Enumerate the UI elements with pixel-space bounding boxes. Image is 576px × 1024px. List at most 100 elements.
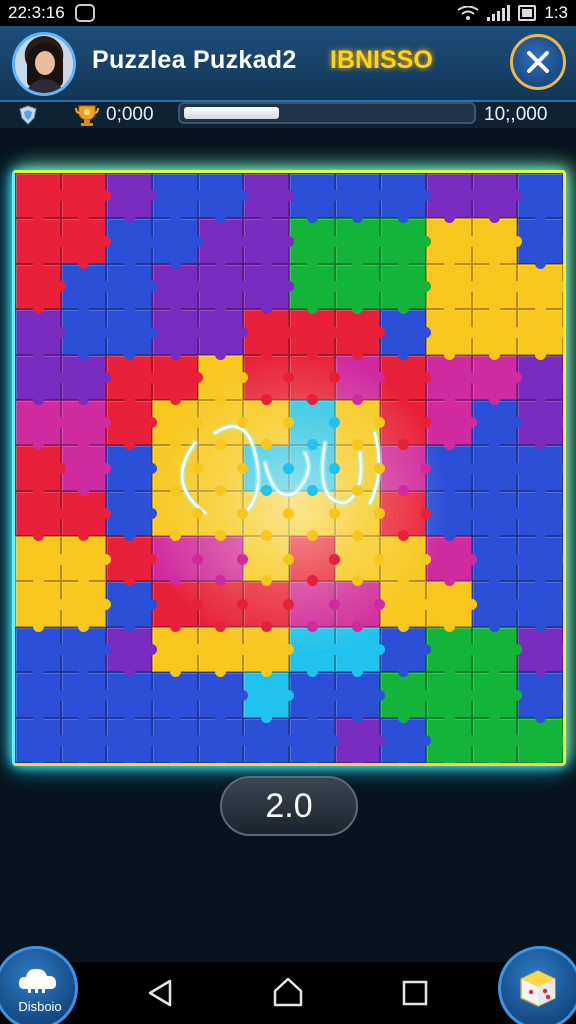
puzzle-piece[interactable] xyxy=(334,672,385,724)
puzzle-piece[interactable] xyxy=(106,626,157,678)
puzzle-piece[interactable] xyxy=(60,263,111,315)
puzzle-piece[interactable] xyxy=(106,445,157,497)
puzzle-piece[interactable] xyxy=(426,263,477,315)
puzzle-piece[interactable] xyxy=(517,672,563,724)
puzzle-piece[interactable] xyxy=(289,218,340,270)
puzzle-piece[interactable] xyxy=(197,309,248,360)
puzzle-piece[interactable] xyxy=(197,581,248,633)
puzzle-piece[interactable] xyxy=(334,399,385,451)
puzzle-piece[interactable] xyxy=(15,445,66,497)
puzzle-piece[interactable] xyxy=(471,218,522,270)
puzzle-piece[interactable] xyxy=(197,672,248,724)
puzzle-piece[interactable] xyxy=(197,490,248,542)
puzzle-piece[interactable] xyxy=(15,218,66,270)
puzzle-piece[interactable] xyxy=(15,581,66,633)
puzzle-piece[interactable] xyxy=(471,445,522,497)
puzzle-piece[interactable] xyxy=(517,445,563,497)
puzzle-piece[interactable] xyxy=(426,445,477,497)
puzzle-piece[interactable] xyxy=(152,717,203,763)
puzzle-piece[interactable] xyxy=(106,354,157,406)
puzzle-piece[interactable] xyxy=(517,309,563,360)
puzzle-piece[interactable] xyxy=(152,173,203,224)
puzzle-piece[interactable] xyxy=(106,536,157,587)
puzzle-piece[interactable] xyxy=(60,536,111,587)
puzzle-piece[interactable] xyxy=(471,536,522,587)
puzzle-piece[interactable] xyxy=(289,581,340,633)
puzzle-piece[interactable] xyxy=(334,490,385,542)
puzzle-piece[interactable] xyxy=(334,309,385,360)
puzzle-piece[interactable] xyxy=(243,173,294,224)
puzzle-piece[interactable] xyxy=(152,672,203,724)
puzzle-piece[interactable] xyxy=(106,672,157,724)
puzzle-piece[interactable] xyxy=(60,354,111,406)
puzzle-piece[interactable] xyxy=(471,263,522,315)
puzzle-piece[interactable] xyxy=(152,263,203,315)
puzzle-piece[interactable] xyxy=(426,173,477,224)
puzzle-piece[interactable] xyxy=(152,399,203,451)
puzzle-piece[interactable] xyxy=(517,399,563,451)
puzzle-piece[interactable] xyxy=(15,672,66,724)
puzzle-piece[interactable] xyxy=(197,717,248,763)
puzzle-piece[interactable] xyxy=(106,218,157,270)
left-menu-button[interactable]: Disboio xyxy=(0,946,78,1024)
puzzle-piece[interactable] xyxy=(15,173,66,224)
puzzle-piece[interactable] xyxy=(60,309,111,360)
puzzle-piece[interactable] xyxy=(334,717,385,763)
puzzle-piece[interactable] xyxy=(517,354,563,406)
puzzle-piece[interactable] xyxy=(380,354,431,406)
puzzle-piece[interactable] xyxy=(426,581,477,633)
puzzle-piece[interactable] xyxy=(380,626,431,678)
puzzle-piece[interactable] xyxy=(380,445,431,497)
puzzle-piece[interactable] xyxy=(289,490,340,542)
puzzle-piece[interactable] xyxy=(380,263,431,315)
puzzle-piece[interactable] xyxy=(517,581,563,633)
back-icon[interactable] xyxy=(146,978,174,1008)
puzzle-piece[interactable] xyxy=(517,173,563,224)
puzzle-piece[interactable] xyxy=(243,218,294,270)
puzzle-piece[interactable] xyxy=(426,309,477,360)
puzzle-piece[interactable] xyxy=(426,717,477,763)
puzzle-piece[interactable] xyxy=(197,536,248,587)
puzzle-piece[interactable] xyxy=(380,717,431,763)
puzzle-piece[interactable] xyxy=(243,626,294,678)
puzzle-piece[interactable] xyxy=(106,309,157,360)
puzzle-piece[interactable] xyxy=(60,626,111,678)
puzzle-piece[interactable] xyxy=(243,581,294,633)
puzzle-piece[interactable] xyxy=(334,536,385,587)
puzzle-piece[interactable] xyxy=(152,309,203,360)
puzzle-piece[interactable] xyxy=(380,218,431,270)
puzzle-piece[interactable] xyxy=(426,672,477,724)
puzzle-piece[interactable] xyxy=(197,263,248,315)
puzzle-board[interactable] xyxy=(15,173,563,763)
puzzle-piece[interactable] xyxy=(197,399,248,451)
puzzle-piece[interactable] xyxy=(197,445,248,497)
puzzle-piece[interactable] xyxy=(380,173,431,224)
puzzle-piece[interactable] xyxy=(243,445,294,497)
puzzle-piece[interactable] xyxy=(471,173,522,224)
puzzle-piece[interactable] xyxy=(289,309,340,360)
puzzle-piece[interactable] xyxy=(517,218,563,270)
puzzle-piece[interactable] xyxy=(471,309,522,360)
puzzle-piece[interactable] xyxy=(60,581,111,633)
puzzle-piece[interactable] xyxy=(152,218,203,270)
puzzle-piece[interactable] xyxy=(380,490,431,542)
puzzle-piece[interactable] xyxy=(426,490,477,542)
puzzle-piece[interactable] xyxy=(60,672,111,724)
puzzle-piece[interactable] xyxy=(471,581,522,633)
puzzle-piece[interactable] xyxy=(15,717,66,763)
puzzle-piece[interactable] xyxy=(426,399,477,451)
puzzle-piece[interactable] xyxy=(15,536,66,587)
puzzle-piece[interactable] xyxy=(243,672,294,724)
puzzle-piece[interactable] xyxy=(289,717,340,763)
puzzle-piece[interactable] xyxy=(106,581,157,633)
close-button[interactable] xyxy=(510,34,566,90)
puzzle-piece[interactable] xyxy=(471,672,522,724)
puzzle-piece[interactable] xyxy=(517,626,563,678)
puzzle-piece[interactable] xyxy=(334,445,385,497)
home-icon[interactable] xyxy=(272,976,304,1008)
puzzle-piece[interactable] xyxy=(334,581,385,633)
puzzle-piece[interactable] xyxy=(426,536,477,587)
puzzle-piece[interactable] xyxy=(15,626,66,678)
puzzle-piece[interactable] xyxy=(334,173,385,224)
puzzle-piece[interactable] xyxy=(334,263,385,315)
